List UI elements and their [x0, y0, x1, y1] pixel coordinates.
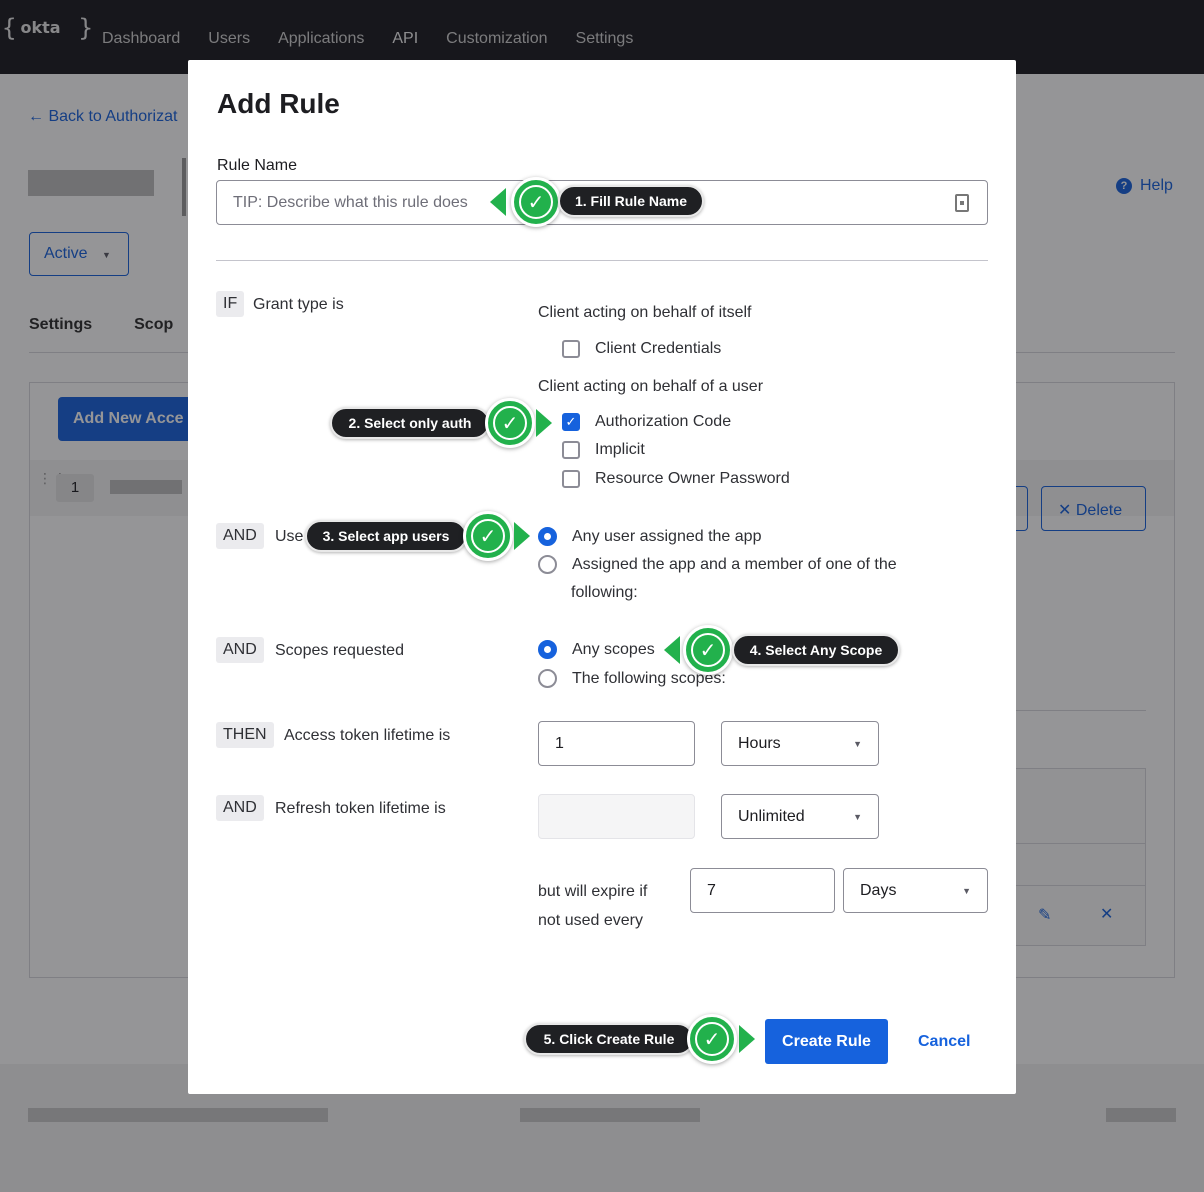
and-tag: AND — [216, 795, 264, 821]
step-2-callout: 2. Select only auth — [330, 407, 490, 439]
refresh-token-label: Refresh token lifetime is — [275, 800, 446, 817]
step-5-callout: 5. Click Create Rule — [524, 1023, 694, 1055]
expire-label: but will expire if — [538, 883, 648, 900]
then-tag: THEN — [216, 722, 274, 748]
expire-unit-select[interactable]: Days ▼ — [843, 868, 988, 913]
callout-pointer — [536, 409, 552, 437]
assigned-member-label-cont: following: — [571, 584, 638, 601]
any-scopes-option[interactable]: Any scopes — [538, 640, 655, 659]
authorization-code-label: Authorization Code — [595, 413, 732, 430]
callout-pointer — [490, 188, 506, 216]
grant-group-self-label: Client acting on behalf of itself — [538, 304, 752, 321]
resource-owner-checkbox[interactable] — [562, 470, 580, 488]
rule-name-label: Rule Name — [217, 157, 298, 174]
chevron-down-icon: ▼ — [853, 738, 862, 749]
checkmark-icon: ✓ — [511, 177, 561, 227]
client-credentials-checkbox[interactable] — [562, 340, 580, 358]
checkmark-icon: ✓ — [687, 1014, 737, 1064]
access-token-lifetime-input[interactable]: 1 — [538, 721, 695, 766]
implicit-option[interactable]: Implicit — [562, 441, 645, 459]
and-tag: AND — [216, 523, 264, 549]
and-tag: AND — [216, 637, 264, 663]
refresh-token-lifetime-input[interactable] — [538, 794, 695, 839]
resource-owner-option[interactable]: Resource Owner Password — [562, 470, 790, 488]
create-rule-button[interactable]: Create Rule — [765, 1019, 888, 1064]
assigned-member-radio[interactable] — [538, 555, 557, 574]
dialog-title: Add Rule — [217, 88, 340, 119]
callout-pointer — [514, 522, 530, 550]
rule-name-placeholder: TIP: Describe what this rule does — [233, 193, 468, 211]
grant-group-user-label: Client acting on behalf of a user — [538, 378, 764, 395]
resource-owner-label: Resource Owner Password — [595, 470, 790, 487]
following-scopes-radio[interactable] — [538, 669, 557, 688]
assigned-member-option[interactable]: Assigned the app and a member of one of … — [538, 555, 897, 574]
section-divider — [216, 260, 988, 261]
any-user-label: Any user assigned the app — [572, 527, 762, 545]
expire-label-cont: not used every — [538, 912, 643, 929]
client-credentials-option[interactable]: Client Credentials — [562, 340, 721, 358]
checkmark-icon: ✓ — [683, 625, 733, 675]
implicit-checkbox[interactable] — [562, 441, 580, 459]
access-token-unit-select[interactable]: Hours ▼ — [721, 721, 879, 766]
any-scopes-label: Any scopes — [572, 640, 655, 658]
if-tag: IF — [216, 291, 245, 317]
assigned-member-label: Assigned the app and a member of one of … — [572, 555, 897, 573]
authorization-code-option[interactable]: ✓ Authorization Code — [562, 413, 731, 431]
cancel-button[interactable]: Cancel — [918, 1033, 970, 1051]
access-token-label: Access token lifetime is — [284, 727, 451, 744]
checkmark-icon: ✓ — [485, 398, 535, 448]
any-user-radio[interactable] — [538, 527, 557, 546]
access-token-unit-value: Hours — [738, 734, 781, 752]
refresh-token-unit-value: Unlimited — [738, 807, 805, 825]
callout-pointer — [664, 636, 680, 664]
password-manager-icon[interactable] — [955, 194, 969, 212]
step-1-callout: 1. Fill Rule Name — [558, 185, 704, 217]
callout-pointer — [739, 1025, 755, 1053]
step-4-callout: 4. Select Any Scope — [732, 634, 900, 666]
chevron-down-icon: ▼ — [962, 885, 971, 896]
expire-unit-value: Days — [860, 881, 897, 899]
refresh-token-unit-select[interactable]: Unlimited ▼ — [721, 794, 879, 839]
grant-type-label: Grant type is — [253, 296, 344, 313]
user-condition-label: Use — [275, 528, 304, 545]
checkmark-icon: ✓ — [463, 511, 513, 561]
expire-value-input[interactable]: 7 — [690, 868, 835, 913]
authorization-code-checkbox[interactable]: ✓ — [562, 413, 580, 431]
chevron-down-icon: ▼ — [853, 811, 862, 822]
implicit-label: Implicit — [595, 441, 645, 458]
step-3-callout: 3. Select app users — [305, 520, 467, 552]
scopes-label: Scopes requested — [275, 642, 404, 659]
any-user-option[interactable]: Any user assigned the app — [538, 527, 761, 546]
client-credentials-label: Client Credentials — [595, 340, 722, 357]
any-scopes-radio[interactable] — [538, 640, 557, 659]
